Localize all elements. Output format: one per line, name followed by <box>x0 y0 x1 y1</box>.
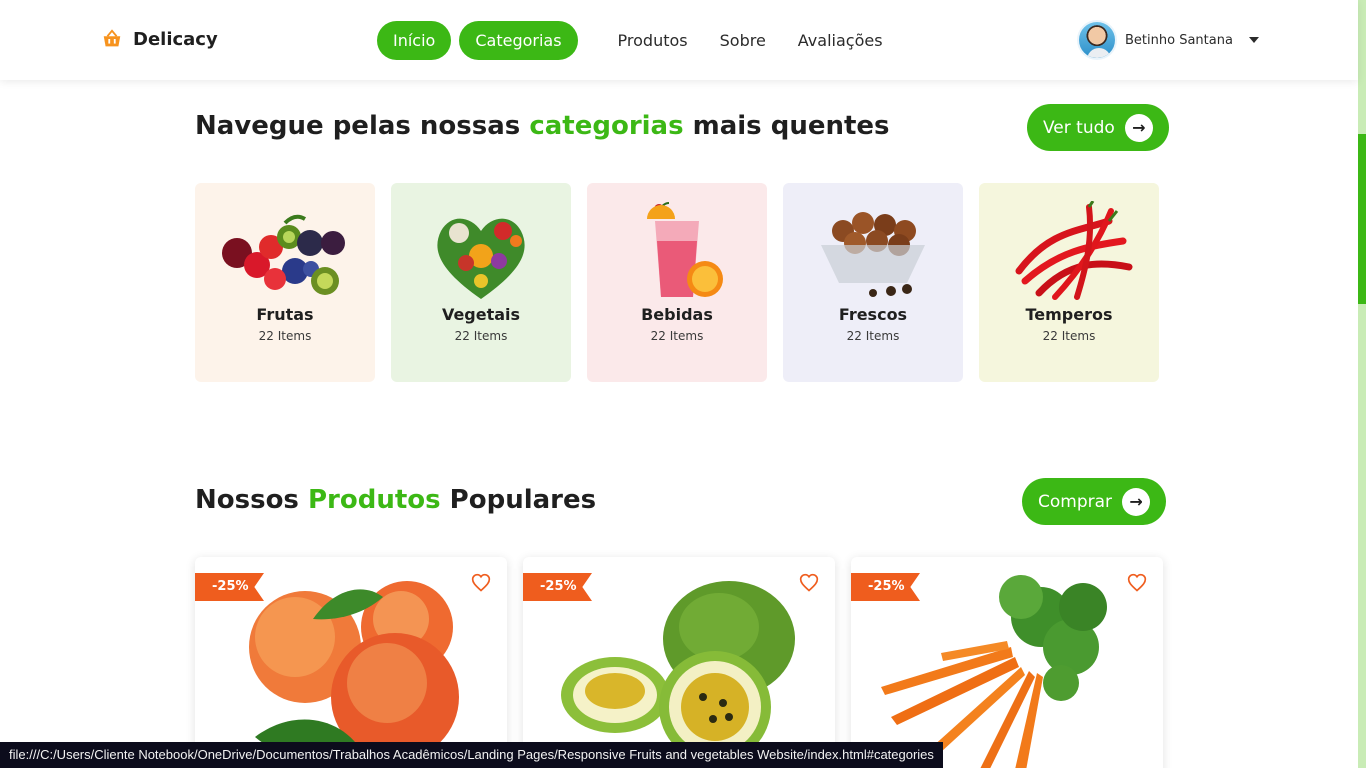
discount-badge: -25% <box>523 573 592 601</box>
vegetables-image <box>437 218 525 299</box>
title-accent: categorias <box>529 111 684 141</box>
caret-down-icon[interactable] <box>1248 37 1259 43</box>
main-nav: Início Categorias Produtos Sobre Avaliaç… <box>377 21 895 60</box>
category-name: Frutas <box>256 305 314 324</box>
button-label: Comprar <box>1038 491 1113 512</box>
nav-sobre[interactable]: Sobre <box>708 21 778 60</box>
category-list: Frutas 22 Items Vegetais 22 Items Bebida… <box>195 183 1159 382</box>
title-text: Populares <box>440 485 597 515</box>
category-card-temperos[interactable]: Temperos 22 Items <box>979 183 1159 382</box>
heart-icon[interactable] <box>1127 573 1147 593</box>
category-count: 22 Items <box>650 329 704 343</box>
product-list: -25% -25% -25% <box>195 557 1163 768</box>
user-name[interactable]: Betinho Santana <box>1125 33 1233 48</box>
title-text: mais quentes <box>683 111 890 141</box>
button-label: Ver tudo <box>1043 117 1115 138</box>
product-card-peaches[interactable]: -25% <box>195 557 507 768</box>
title-text: Navegue pelas nossas <box>195 111 530 141</box>
scrollbar-track[interactable] <box>1358 0 1366 768</box>
category-count: 22 Items <box>1042 329 1096 343</box>
category-name: Bebidas <box>641 305 713 324</box>
brand-name: Delicacy <box>133 28 218 50</box>
category-count: 22 Items <box>258 329 312 343</box>
discount-badge: -25% <box>195 573 264 601</box>
shop-button[interactable]: Comprar → <box>1022 478 1167 525</box>
discount-badge: -25% <box>851 573 920 601</box>
brand-logo[interactable]: Delicacy <box>101 28 218 50</box>
category-card-bebidas[interactable]: Bebidas 22 Items <box>587 183 767 382</box>
products-title: Nossos Produtos Populares <box>195 485 596 515</box>
nav-avaliacoes[interactable]: Avaliações <box>786 21 895 60</box>
nav-produtos[interactable]: Produtos <box>606 21 700 60</box>
fruits-image <box>222 214 345 295</box>
category-count: 22 Items <box>454 329 508 343</box>
nav-inicio[interactable]: Início <box>377 21 452 60</box>
basket-icon <box>103 29 121 47</box>
avatar[interactable] <box>1077 20 1117 60</box>
scrollbar-thumb[interactable] <box>1358 134 1366 304</box>
drink-image <box>647 202 723 297</box>
view-all-button[interactable]: Ver tudo → <box>1027 104 1169 151</box>
category-name: Temperos <box>1025 305 1113 324</box>
chili-peppers-image <box>1015 201 1133 300</box>
product-card-passion-fruit[interactable]: -25% <box>523 557 835 768</box>
fresh-bowl-image <box>821 212 925 297</box>
category-name: Vegetais <box>441 305 521 324</box>
site-header: Delicacy Início Categorias Produtos Sobr… <box>0 0 1358 80</box>
category-card-vegetais[interactable]: Vegetais 22 Items <box>391 183 571 382</box>
category-count: 22 Items <box>846 329 900 343</box>
arrow-right-icon: → <box>1124 113 1153 142</box>
nav-categorias[interactable]: Categorias <box>459 21 578 60</box>
product-card-carrots[interactable]: -25% <box>851 557 1163 768</box>
categories-title: Navegue pelas nossas categorias mais que… <box>195 111 890 141</box>
category-name: Frescos <box>838 305 908 324</box>
browser-status-bar: file:///C:/Users/Cliente Notebook/OneDri… <box>0 742 943 768</box>
title-text: Nossos <box>195 485 308 515</box>
heart-icon[interactable] <box>799 573 819 593</box>
title-accent: Produtos <box>307 485 441 515</box>
arrow-right-icon: → <box>1122 487 1151 516</box>
category-card-frescos[interactable]: Frescos 22 Items <box>783 183 963 382</box>
category-card-frutas[interactable]: Frutas 22 Items <box>195 183 375 382</box>
heart-icon[interactable] <box>471 573 491 593</box>
user-menu[interactable]: Betinho Santana <box>1077 20 1259 60</box>
